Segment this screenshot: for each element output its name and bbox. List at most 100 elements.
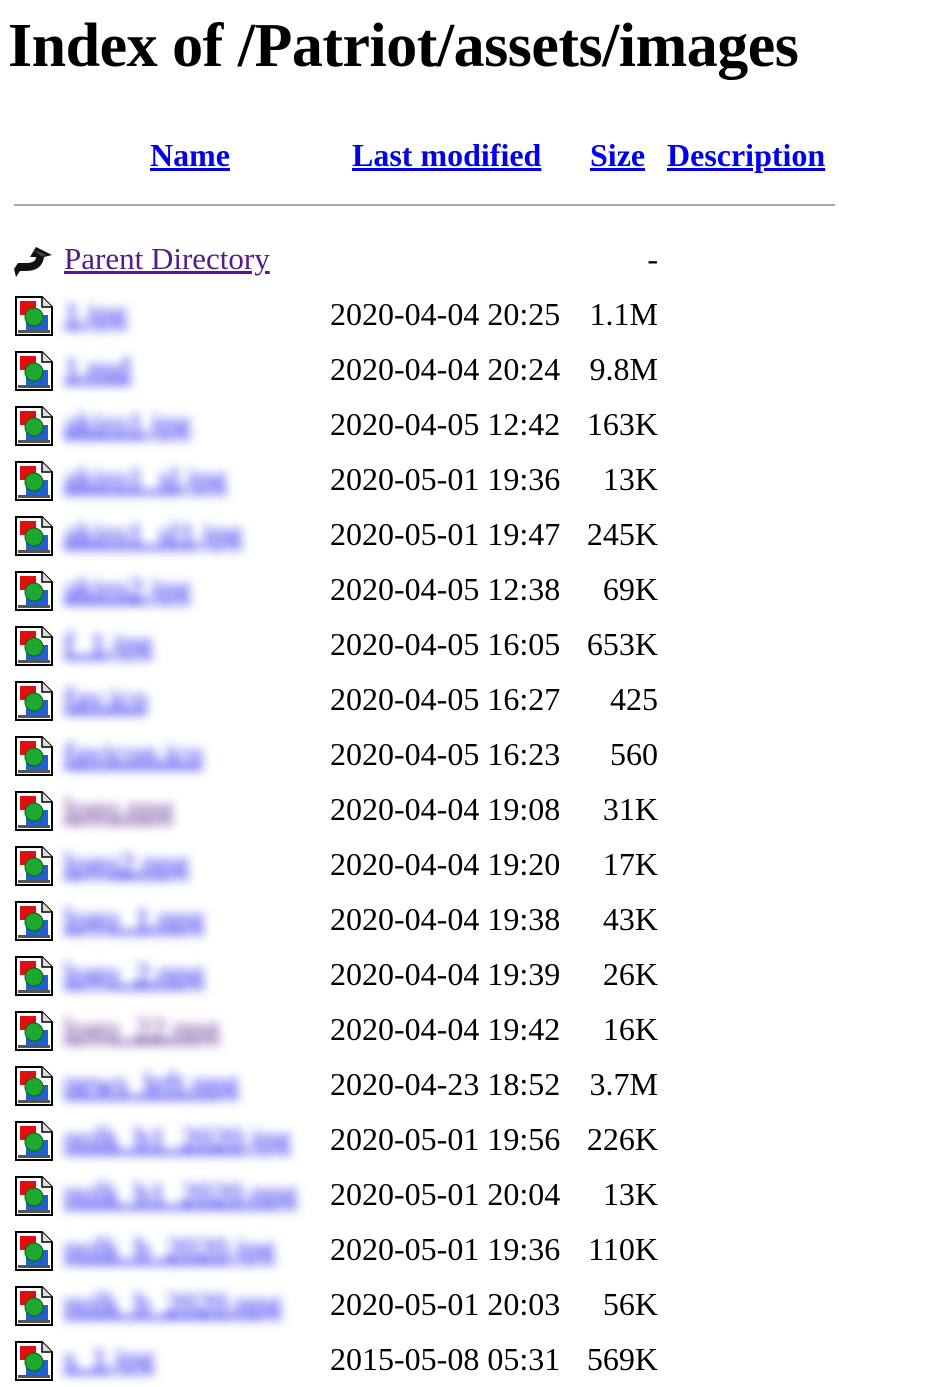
file-row: logo_22.png 2020-04-04 19:42 16K bbox=[0, 1002, 944, 1057]
file-size: 226K bbox=[586, 1121, 658, 1157]
file-size: 26K bbox=[602, 956, 658, 992]
sort-by-size-link[interactable]: Size bbox=[590, 137, 645, 173]
file-size: 69K bbox=[602, 571, 658, 607]
file-link[interactable]: 1.psd bbox=[64, 351, 130, 386]
file-row: favicon.ico 2020-04-05 16:23 560 bbox=[0, 727, 944, 782]
image-file-icon bbox=[15, 956, 53, 996]
file-link[interactable]: akiro1.jpg bbox=[64, 406, 191, 441]
column-header-size[interactable]: Size bbox=[590, 133, 645, 177]
file-row: logo.png 2020-04-04 19:08 31K bbox=[0, 782, 944, 837]
file-last-modified: 2020-05-01 19:36 bbox=[330, 461, 561, 497]
file-last-modified: 2020-04-04 19:42 bbox=[330, 1011, 561, 1047]
parent-directory-link[interactable]: Parent Directory bbox=[64, 241, 270, 276]
file-size: 560 bbox=[610, 736, 658, 772]
file-row: logo2.png 2020-04-04 19:20 17K bbox=[0, 837, 944, 892]
file-last-modified: 2020-04-23 18:52 bbox=[330, 1066, 561, 1102]
file-size: 245K bbox=[586, 516, 658, 552]
file-row: fav.ico 2020-04-05 16:27 425 bbox=[0, 672, 944, 727]
column-header-last-modified[interactable]: Last modified bbox=[352, 133, 541, 177]
file-link[interactable]: akiro1_sl1.jpg bbox=[64, 516, 242, 551]
file-last-modified: 2015-05-08 05:31 bbox=[330, 1341, 561, 1377]
file-last-modified: 2020-04-04 19:38 bbox=[330, 901, 561, 937]
file-size: 653K bbox=[586, 626, 658, 662]
file-row: polk_b1_2020.jpg 2020-05-01 19:56 226K bbox=[0, 1112, 944, 1167]
file-row: logo_2.png 2020-04-04 19:39 26K bbox=[0, 947, 944, 1002]
file-last-modified: 2020-05-01 19:56 bbox=[330, 1121, 561, 1157]
file-last-modified: 2020-04-05 16:27 bbox=[330, 681, 561, 717]
image-file-icon bbox=[15, 461, 53, 501]
column-header-name[interactable]: Name bbox=[150, 133, 230, 177]
file-size: 425 bbox=[610, 681, 658, 717]
file-link[interactable]: logo_2.png bbox=[64, 956, 204, 991]
file-size: 163K bbox=[586, 406, 658, 442]
file-link[interactable]: akiro2.jpg bbox=[64, 571, 191, 606]
file-row: polk_b1_2020.png 2020-05-01 20:04 13K bbox=[0, 1167, 944, 1222]
file-row: akiro1_sl.jpg 2020-05-01 19:36 13K bbox=[0, 452, 944, 507]
parent-size: - bbox=[647, 241, 658, 277]
image-file-icon bbox=[15, 681, 53, 721]
file-last-modified: 2020-04-04 20:24 bbox=[330, 351, 561, 387]
file-row: 1.jpg 2020-04-04 20:25 1.1M bbox=[0, 287, 944, 342]
file-size: 110K bbox=[588, 1231, 658, 1267]
file-link[interactable]: logo.png bbox=[64, 791, 173, 826]
file-row: s_1.jpg 2015-05-08 05:31 569K bbox=[0, 1332, 944, 1387]
file-size: 31K bbox=[602, 791, 658, 827]
file-last-modified: 2020-04-04 19:20 bbox=[330, 846, 561, 882]
column-header-description[interactable]: Description bbox=[667, 133, 825, 177]
file-link[interactable]: fav.ico bbox=[64, 681, 147, 716]
image-file-icon bbox=[15, 1176, 53, 1216]
file-link[interactable]: logo2.png bbox=[64, 846, 189, 881]
file-row: f_1.jpg 2020-04-05 16:05 653K bbox=[0, 617, 944, 672]
header-divider bbox=[14, 204, 835, 206]
file-row: polk_b_2020.jpg 2020-05-01 19:36 110K bbox=[0, 1222, 944, 1277]
file-link[interactable]: logo_1.png bbox=[64, 901, 204, 936]
image-file-icon bbox=[15, 1066, 53, 1106]
image-file-icon bbox=[15, 901, 53, 941]
file-size: 13K bbox=[602, 1176, 658, 1212]
file-row: akiro2.jpg 2020-04-05 12:38 69K bbox=[0, 562, 944, 617]
file-link[interactable]: f_1.jpg bbox=[64, 626, 153, 661]
sort-by-name-link[interactable]: Name bbox=[150, 137, 230, 173]
file-link[interactable]: s_1.jpg bbox=[64, 1341, 154, 1376]
back-arrow-icon bbox=[14, 247, 52, 277]
file-last-modified: 2020-05-01 20:04 bbox=[330, 1176, 561, 1212]
file-row: akiro1.jpg 2020-04-05 12:42 163K bbox=[0, 397, 944, 452]
image-file-icon bbox=[15, 791, 53, 831]
file-size: 1.1M bbox=[589, 296, 658, 332]
sort-by-date-link[interactable]: Last modified bbox=[352, 137, 541, 173]
file-link[interactable]: favicon.ico bbox=[64, 736, 203, 771]
file-row: news_left.png 2020-04-23 18:52 3.7M bbox=[0, 1057, 944, 1112]
file-link[interactable]: logo_22.png bbox=[64, 1011, 220, 1046]
file-link[interactable]: polk_b1_2020.jpg bbox=[64, 1121, 290, 1156]
file-row: polk_b_2020.png 2020-05-01 20:03 56K bbox=[0, 1277, 944, 1332]
file-row: 1.psd 2020-04-04 20:24 9.8M bbox=[0, 342, 944, 397]
sort-by-description-link[interactable]: Description bbox=[667, 137, 825, 173]
image-file-icon bbox=[15, 516, 53, 556]
file-size: 9.8M bbox=[589, 351, 658, 387]
file-link[interactable]: news_left.png bbox=[64, 1066, 239, 1101]
image-file-icon bbox=[15, 296, 53, 336]
page-title: Index of /Patriot/assets/images bbox=[8, 12, 799, 80]
image-file-icon bbox=[15, 1121, 53, 1161]
file-last-modified: 2020-04-05 16:05 bbox=[330, 626, 561, 662]
file-link[interactable]: polk_b_2020.jpg bbox=[64, 1231, 275, 1266]
file-size: 13K bbox=[602, 461, 658, 497]
file-link[interactable]: akiro1_sl.jpg bbox=[64, 461, 227, 496]
file-last-modified: 2020-04-05 12:42 bbox=[330, 406, 561, 442]
image-file-icon bbox=[15, 736, 53, 776]
file-link[interactable]: 1.jpg bbox=[64, 296, 127, 331]
image-file-icon bbox=[15, 1286, 53, 1326]
file-size: 43K bbox=[602, 901, 658, 937]
file-last-modified: 2020-05-01 20:03 bbox=[330, 1286, 561, 1322]
image-file-icon bbox=[15, 406, 53, 446]
image-file-icon bbox=[15, 1011, 53, 1051]
file-link[interactable]: polk_b1_2020.png bbox=[64, 1176, 297, 1211]
file-link[interactable]: polk_b_2020.png bbox=[64, 1286, 282, 1321]
image-file-icon bbox=[15, 1341, 53, 1381]
file-last-modified: 2020-05-01 19:36 bbox=[330, 1231, 561, 1267]
file-size: 3.7M bbox=[589, 1066, 658, 1102]
file-size: 16K bbox=[602, 1011, 658, 1047]
file-size: 17K bbox=[602, 846, 658, 882]
image-file-icon bbox=[15, 351, 53, 391]
image-file-icon bbox=[15, 626, 53, 666]
